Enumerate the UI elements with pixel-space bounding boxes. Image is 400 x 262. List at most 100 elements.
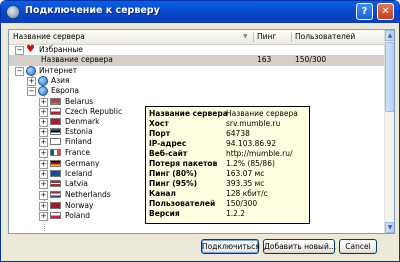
column-name[interactable]: Название сервера [13,32,85,42]
estonia-flag-icon [50,128,61,135]
netherlands-flag-icon [50,191,61,198]
tree-item-label: Интернет [39,66,78,75]
tooltip-row: Хост srv.mumble.ru [149,119,307,128]
tree-item-label: Poland [65,211,91,220]
server-info-tooltip: Название сервера Название сервера Хост s… [145,106,310,224]
tooltip-value: 150/300 [226,199,258,208]
help-button[interactable]: ? [356,3,373,20]
tree-item-label: Iceland [65,169,93,178]
tree-item-label: Estonia [65,127,93,136]
expand-icon[interactable]: + [39,160,48,169]
tooltip-row: Потеря пакетов 1.2% (85/86) [149,159,307,168]
tooltip-row: Пинг (95%) 393.35 мс [149,179,307,188]
denmark-flag-icon [50,118,61,125]
cancel-button[interactable]: Cancel [339,239,377,254]
tooltip-row: Пользователей 150/300 [149,199,307,208]
tooltip-value: Название сервера [226,109,298,118]
column-header: Название сервера ▼ Пинг Пользователей [9,30,384,45]
connect-button[interactable]: Подключиться [201,239,260,254]
tooltip-value: 94.103.86.92 [226,139,277,148]
czech-flag-icon [50,108,61,115]
expand-icon[interactable]: + [39,128,48,137]
tooltip-key: Порт [149,129,171,138]
column-users[interactable]: Пользователей [295,32,355,42]
tree-item-label: Finland [65,137,92,146]
window-title: Подключение к серверу [25,5,160,16]
server-ping: 163 [257,55,272,64]
collapse-icon[interactable]: − [15,46,24,55]
expand-icon[interactable]: + [39,191,48,200]
tooltip-row: Канал 128 кбит/с [149,189,307,198]
germany-flag-icon [50,160,61,167]
scroll-thumb[interactable] [385,42,394,112]
tree-item-label: Norway [65,201,94,210]
tree-item-label: Denmark [65,117,100,126]
expand-icon[interactable]: + [39,212,48,221]
tree-item-label: Избранные [39,45,83,54]
finland-flag-icon [50,138,61,145]
add-new-button[interactable]: Добавить новый... [263,239,336,254]
poland-flag-icon [50,212,61,219]
belarus-flag-icon [50,98,61,105]
table-row[interactable]: Название сервера 163 150/300 [9,55,384,66]
column-ping[interactable]: Пинг [257,32,276,42]
globe-icon [38,86,48,96]
server-users: 150/300 [295,55,327,64]
expand-icon[interactable]: + [39,149,48,158]
tooltip-row: Пинг (80%) 163.07 мс [149,169,307,178]
latvia-flag-icon [50,180,61,187]
expand-icon[interactable]: + [39,180,48,189]
sort-arrow-icon: ▼ [243,33,248,40]
tooltip-row: Версия 1.2.2 [149,209,307,218]
tooltip-key: Хост [149,119,169,128]
tooltip-value: 1.2% (85/86) [226,159,275,168]
scroll-up-icon[interactable]: ▲ [385,30,394,41]
tooltip-key: IP-адрес [149,139,187,148]
server-name: Название сервера [41,55,113,64]
tooltip-value: srv.mumble.ru [226,119,281,128]
tooltip-key: Веб-сайт [149,149,188,158]
tooltip-key: Пинг (80%) [149,169,198,178]
server-list[interactable]: Название сервера ▼ Пинг Пользователей − … [8,29,395,234]
tooltip-key: Потеря пакетов [149,159,218,168]
mumble-icon [6,5,20,19]
expand-icon[interactable]: + [39,170,48,179]
tooltip-key: Версия [149,209,180,218]
expand-icon[interactable]: + [39,138,48,147]
tree-item-label: Latvia [65,179,88,188]
collapse-icon[interactable]: − [27,87,36,96]
expand-icon[interactable]: + [39,108,48,117]
tooltip-key: Пинг (95%) [149,179,198,188]
connect-dialog: Подключение к серверу ? ✕ Название серве… [0,0,400,262]
globe-icon [38,76,48,86]
tooltip-value: 1.2.2 [226,209,246,218]
iceland-flag-icon [50,170,61,177]
title-bar[interactable]: Подключение к серверу ? ✕ [1,1,399,23]
expand-icon[interactable]: + [39,202,48,211]
expand-icon[interactable]: + [27,77,36,86]
tree-item-label: Netherlands [65,190,111,199]
column-separator[interactable] [253,32,254,42]
tooltip-value: 128 кбит/с [226,189,268,198]
tooltip-key: Канал [149,189,176,198]
close-button[interactable]: ✕ [377,3,394,20]
tree-item-europe[interactable]: − Европа [9,86,384,97]
tooltip-row: Название сервера Название сервера [149,109,307,118]
tree-item-label: France [65,148,90,157]
tree-item-label: Европа [51,86,80,95]
expand-icon[interactable]: + [39,98,48,107]
scroll-down-icon[interactable]: ▼ [385,222,394,233]
heart-icon: ♥ [26,44,35,55]
globe-icon [26,66,36,76]
tree-item-label: Germany [65,159,100,168]
collapse-icon[interactable]: − [15,67,24,76]
tooltip-value: 64738 [226,129,250,138]
column-separator[interactable] [291,32,292,42]
expand-icon[interactable]: + [39,118,48,127]
tooltip-key: Название сервера [149,109,228,118]
tooltip-row: IP-адрес 94.103.86.92 [149,139,307,148]
tooltip-value: 163.07 мс [226,169,265,178]
norway-flag-icon [50,202,61,209]
tree-item-label: Азия [51,76,70,85]
vertical-scrollbar[interactable]: ▲ ▼ [384,30,394,233]
